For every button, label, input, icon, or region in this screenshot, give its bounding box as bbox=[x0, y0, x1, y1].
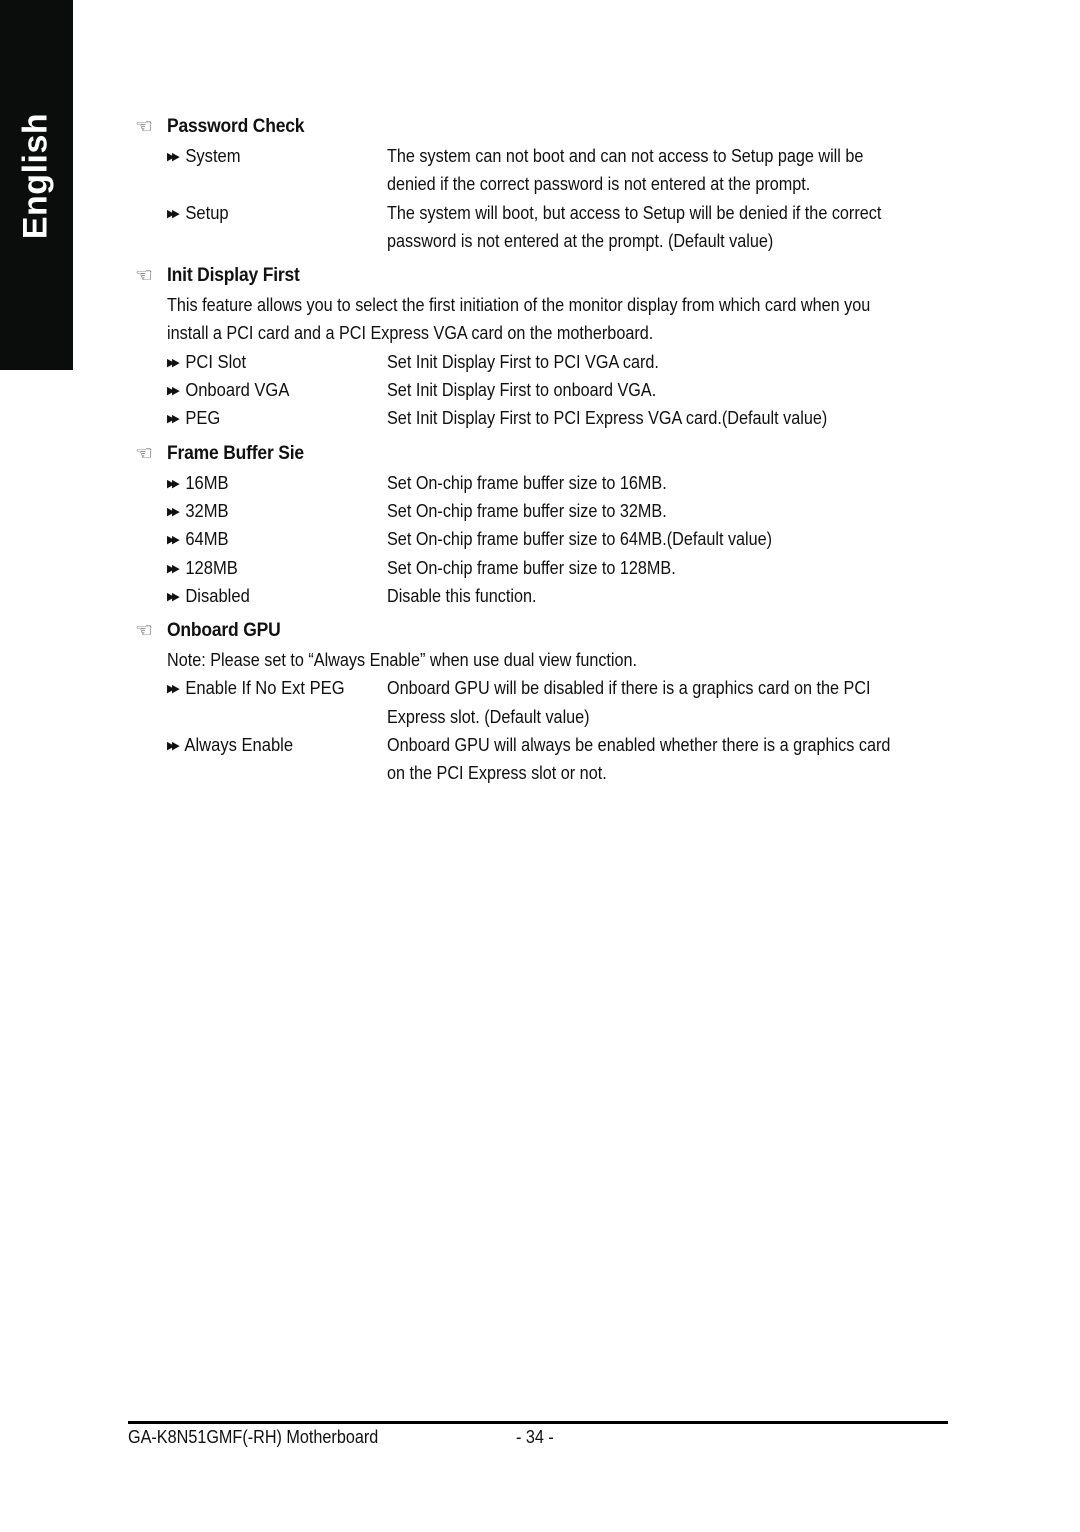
double-triangle-bullet-icon: ▶▶ bbox=[167, 740, 180, 753]
double-triangle-bullet-icon: ▶▶ bbox=[167, 562, 180, 575]
option-desc: The system will boot, but access to Setu… bbox=[387, 202, 882, 223]
option-desc: Onboard GPU will be disabled if there is… bbox=[387, 678, 871, 699]
double-triangle-bullet-icon: ▶▶ bbox=[167, 534, 180, 547]
option-desc: Onboard GPU will always be enabled wheth… bbox=[387, 735, 891, 756]
option-label: 16MB bbox=[185, 472, 229, 493]
double-triangle-bullet-icon: ▶▶ bbox=[167, 413, 180, 426]
option-desc-line: denied if the correct password is not en… bbox=[387, 174, 811, 195]
option-desc: Set Init Display First to PCI VGA card. bbox=[387, 351, 659, 372]
option-label: 64MB bbox=[185, 529, 229, 550]
option-row: ▶▶ Setup The system will boot, but acces… bbox=[167, 199, 965, 227]
pointing-hand-icon: ☜ bbox=[135, 265, 153, 288]
double-triangle-bullet-icon: ▶▶ bbox=[167, 356, 180, 369]
option-label: Disabled bbox=[185, 585, 250, 606]
option-desc-cont: password is not entered at the prompt. (… bbox=[167, 227, 965, 255]
option-desc-line: password is not entered at the prompt. (… bbox=[387, 230, 774, 251]
option-label: 128MB bbox=[185, 557, 238, 578]
pointing-hand-icon: ☜ bbox=[135, 620, 153, 643]
option-row: ▶▶ PEG Set Init Display First to PCI Exp… bbox=[167, 404, 965, 432]
option-row: ▶▶ 32MB Set On-chip frame buffer size to… bbox=[167, 497, 965, 525]
section-title: Password Check bbox=[167, 116, 305, 137]
option-row: ▶▶ PCI Slot Set Init Display First to PC… bbox=[167, 348, 965, 376]
option-row: ▶▶ Always Enable Onboard GPU will always… bbox=[167, 731, 965, 759]
option-label: PCI Slot bbox=[185, 351, 247, 372]
option-row: ▶▶ Disabled Disable this function. bbox=[167, 582, 965, 610]
section-frame-buffer-size: ☜ Frame Buffer Sie ▶▶ 16MB Set On-chip f… bbox=[135, 439, 965, 610]
option-row: ▶▶ 64MB Set On-chip frame buffer size to… bbox=[167, 525, 965, 553]
section-title: Init Display First bbox=[167, 265, 300, 287]
option-desc: Set Init Display First to PCI Express VG… bbox=[387, 408, 828, 429]
option-row: ▶▶ 128MB Set On-chip frame buffer size t… bbox=[167, 554, 965, 582]
option-desc: Disable this function. bbox=[387, 585, 537, 606]
page-number: - 34 - bbox=[516, 1427, 554, 1447]
page-footer: GA-K8N51GMF(-RH) Motherboard - 34 - bbox=[128, 1424, 948, 1450]
option-row: ▶▶ Enable If No Ext PEG Onboard GPU will… bbox=[167, 674, 965, 702]
double-triangle-bullet-icon: ▶▶ bbox=[167, 477, 180, 490]
option-label: System bbox=[185, 146, 241, 166]
language-side-tab: English bbox=[0, 0, 73, 370]
option-desc: Set On-chip frame buffer size to 128MB. bbox=[387, 557, 676, 578]
double-triangle-bullet-icon: ▶▶ bbox=[167, 505, 180, 518]
option-desc: Set On-chip frame buffer size to 64MB.(D… bbox=[387, 529, 773, 550]
section-intro: install a PCI card and a PCI Express VGA… bbox=[167, 323, 654, 344]
option-desc-line: on the PCI Express slot or not. bbox=[387, 763, 607, 784]
double-triangle-bullet-icon: ▶▶ bbox=[167, 207, 180, 220]
language-tab-label: English bbox=[16, 112, 55, 240]
option-row: ▶▶ Onboard VGA Set Init Display First to… bbox=[167, 376, 965, 404]
option-desc-cont: on the PCI Express slot or not. bbox=[167, 759, 965, 787]
pointing-hand-icon: ☜ bbox=[135, 116, 153, 138]
option-label: Onboard VGA bbox=[185, 380, 290, 401]
option-label: Setup bbox=[185, 202, 229, 223]
option-desc: Set On-chip frame buffer size to 32MB. bbox=[387, 500, 667, 521]
option-desc: Set Init Display First to onboard VGA. bbox=[387, 380, 657, 401]
section-intro: This feature allows you to select the fi… bbox=[167, 295, 871, 316]
section-title: Frame Buffer Sie bbox=[167, 442, 304, 464]
option-row: ▶▶ 16MB Set On-chip frame buffer size to… bbox=[167, 469, 965, 497]
double-triangle-bullet-icon: ▶▶ bbox=[167, 683, 180, 696]
section-title: Onboard GPU bbox=[167, 620, 281, 642]
section-note: Note: Please set to “Always Enable” when… bbox=[167, 650, 638, 671]
section-onboard-gpu: ☜ Onboard GPU Note: Please set to “Alway… bbox=[135, 616, 965, 787]
option-label: PEG bbox=[185, 408, 221, 429]
manual-content: ☜ Password Check ▶▶ System The system ca… bbox=[135, 112, 965, 788]
double-triangle-bullet-icon: ▶▶ bbox=[167, 590, 180, 603]
section-password-check: ☜ Password Check ▶▶ System The system ca… bbox=[135, 112, 965, 255]
option-label: Enable If No Ext PEG bbox=[185, 678, 345, 699]
option-desc-line: Express slot. (Default value) bbox=[387, 706, 590, 727]
section-init-display-first: ☜ Init Display First This feature allows… bbox=[135, 261, 965, 432]
pointing-hand-icon: ☜ bbox=[135, 442, 153, 465]
double-triangle-bullet-icon: ▶▶ bbox=[167, 385, 180, 398]
option-row: ▶▶ System The system can not boot and ca… bbox=[167, 142, 965, 170]
option-label: Always Enable bbox=[184, 735, 294, 756]
option-desc-cont: denied if the correct password is not en… bbox=[167, 170, 965, 198]
option-desc: Set On-chip frame buffer size to 16MB. bbox=[387, 472, 667, 493]
option-desc: The system can not boot and can not acce… bbox=[387, 146, 864, 166]
option-desc-cont: Express slot. (Default value) bbox=[167, 703, 965, 731]
option-label: 32MB bbox=[185, 500, 229, 521]
double-triangle-bullet-icon: ▶▶ bbox=[167, 151, 180, 163]
footer-model-name: GA-K8N51GMF(-RH) Motherboard bbox=[128, 1427, 379, 1447]
